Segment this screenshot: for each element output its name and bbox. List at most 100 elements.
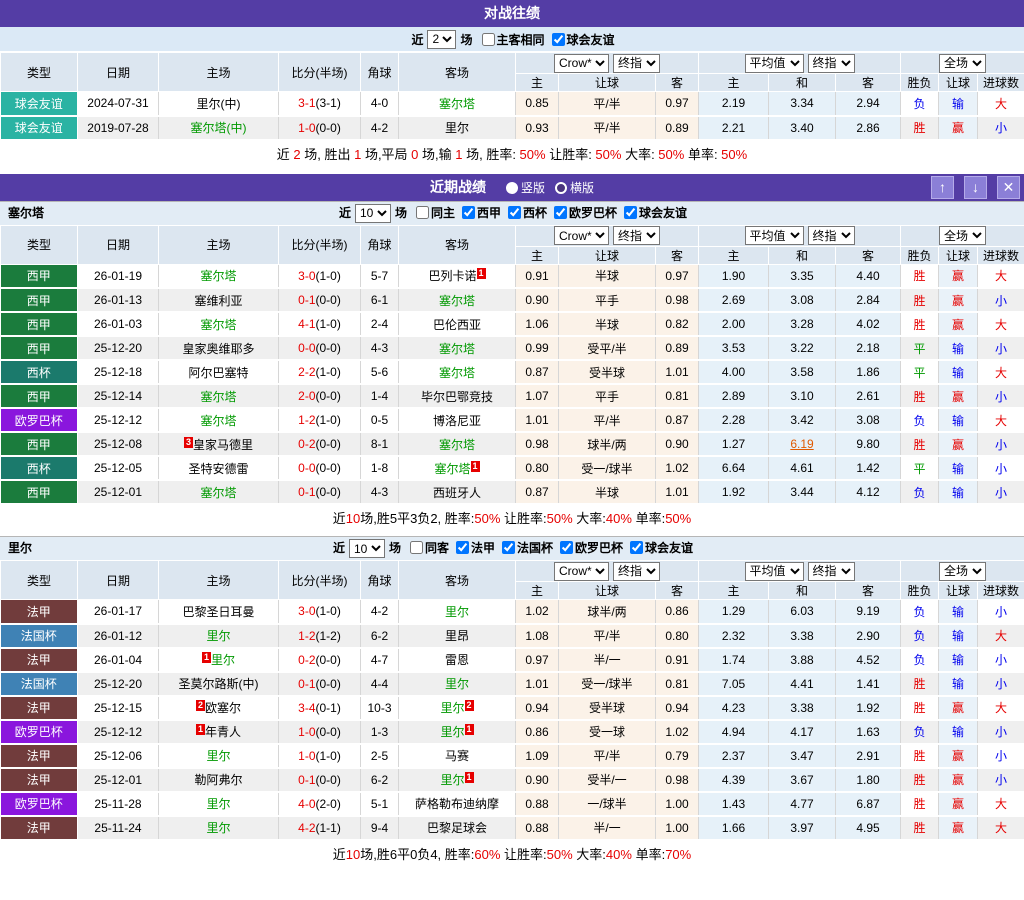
filter-checkbox-label[interactable]: 欧罗巴杯: [553, 541, 623, 555]
result-handicap: 赢: [939, 816, 978, 840]
avg-away: 4.12: [836, 480, 901, 504]
avg-source-select[interactable]: 平均值: [745, 54, 804, 73]
filter-checkbox[interactable]: [462, 206, 475, 219]
avg-home: 1.92: [699, 480, 769, 504]
filter-checkbox[interactable]: [482, 33, 495, 46]
match-count-select[interactable]: 10: [355, 204, 391, 223]
match-date: 25-12-20: [78, 672, 159, 696]
layout-radio-unselected[interactable]: [555, 182, 567, 194]
filter-checkbox[interactable]: [410, 541, 423, 554]
team-name: 欧塞尔: [205, 701, 241, 715]
summary-segment: 单率:: [632, 511, 665, 526]
match-date: 26-01-19: [78, 264, 159, 288]
home-team: 里尔(中): [159, 92, 279, 116]
team-name: 巴黎圣日耳曼: [182, 605, 254, 619]
corner-score: 6-2: [361, 768, 399, 792]
column-header: 类型: [1, 225, 78, 264]
score: 1-0(1-0): [279, 744, 361, 768]
match-type-badge: 西甲: [1, 312, 78, 336]
avg-home: 2.19: [699, 92, 769, 116]
score-halftime: (0-1): [316, 701, 341, 715]
odds-away: 0.97: [656, 92, 699, 116]
highlighted-odds-link[interactable]: 6.19: [790, 437, 813, 451]
filter-checkbox-label[interactable]: 西甲: [455, 206, 501, 220]
summary-segment: 场,输: [418, 147, 455, 162]
avg-time-select[interactable]: 终指: [808, 54, 855, 73]
scope-select[interactable]: 全场: [939, 562, 986, 581]
scope-select[interactable]: 全场: [939, 226, 986, 245]
layout-radio-selected[interactable]: [506, 182, 518, 194]
odds-home: 0.86: [516, 720, 559, 744]
avg-time-select[interactable]: 终指: [808, 562, 855, 581]
filter-checkbox[interactable]: [502, 541, 515, 554]
column-subheader: 让球: [939, 582, 978, 600]
table-row: 西杯25-12-18阿尔巴塞特2-2(1-0)5-6塞尔塔0.87受半球1.01…: [1, 360, 1024, 384]
filter-checkbox-label[interactable]: 西杯: [501, 206, 547, 220]
filter-checkbox[interactable]: [416, 206, 429, 219]
score-halftime: (0-0): [316, 293, 341, 307]
match-count-select[interactable]: 10: [349, 539, 385, 558]
result-wdl: 负: [901, 624, 939, 648]
table-row: 法甲25-11-24里尔4-2(1-1)9-4巴黎足球会0.88半/一1.001…: [1, 816, 1024, 840]
team-name: 里尔: [206, 629, 230, 643]
team-name: 塞尔塔: [200, 318, 236, 332]
score: 3-1(3-1): [279, 92, 361, 116]
filter-checkbox-label[interactable]: 球会友谊: [623, 541, 693, 555]
score-fulltime: 0-2: [298, 437, 315, 451]
match-date: 26-01-03: [78, 312, 159, 336]
filter-checkbox[interactable]: [560, 541, 573, 554]
score-fulltime: 0-0: [298, 341, 315, 355]
filter-checkbox[interactable]: [554, 206, 567, 219]
odds-source-select[interactable]: Crow*: [554, 562, 609, 581]
filter-checkbox[interactable]: [624, 206, 637, 219]
result-goals: 小: [978, 288, 1024, 312]
filter-checkbox-label[interactable]: 球会友谊: [617, 206, 687, 220]
avg-source-select[interactable]: 平均值: [745, 562, 804, 581]
column-subheader: 客: [836, 74, 901, 92]
move-up-button[interactable]: ↑: [931, 176, 954, 199]
scope-select[interactable]: 全场: [939, 54, 986, 73]
close-button[interactable]: ✕: [997, 176, 1020, 199]
avg-source-select[interactable]: 平均值: [745, 226, 804, 245]
home-team: 3皇家马德里: [159, 432, 279, 456]
table-row: 欧罗巴杯25-12-121年青人1-0(0-0)1-3里尔10.86受一球1.0…: [1, 720, 1024, 744]
home-team: 塞尔塔: [159, 264, 279, 288]
result-wdl: 负: [901, 480, 939, 504]
away-team: 里尔: [399, 600, 516, 624]
filter-checkbox[interactable]: [552, 33, 565, 46]
avg-draw: 3.34: [769, 92, 836, 116]
avg-home: 7.05: [699, 672, 769, 696]
result-goals: 大: [978, 312, 1024, 336]
match-count-select[interactable]: 2: [427, 30, 456, 49]
odds-source-select[interactable]: Crow*: [554, 54, 609, 73]
team-name: 里尔(中): [197, 97, 241, 111]
red-card-badge: 2: [465, 700, 474, 711]
odds-time-select[interactable]: 终指: [613, 54, 660, 73]
team-name: 塞尔塔: [439, 294, 475, 308]
avg-time-select[interactable]: 终指: [808, 226, 855, 245]
odds-time-select[interactable]: 终指: [613, 562, 660, 581]
filter-checkbox-label[interactable]: 球会友谊: [545, 31, 615, 48]
score: 0-1(0-0): [279, 288, 361, 312]
team-name: 里尔: [440, 725, 464, 739]
filter-checkbox[interactable]: [508, 206, 521, 219]
filter-checkbox[interactable]: [456, 541, 469, 554]
filter-checkbox-label[interactable]: 法甲: [449, 541, 495, 555]
result-handicap: 赢: [939, 312, 978, 336]
column-header: 角球: [361, 561, 399, 600]
result-goals: 小: [978, 336, 1024, 360]
filter-checkbox-label[interactable]: 主客相同: [475, 31, 545, 48]
column-subheader: 客: [836, 582, 901, 600]
move-down-button[interactable]: ↓: [964, 176, 987, 199]
filter-checkbox-label[interactable]: 同客: [403, 541, 449, 555]
filter-checkbox-label[interactable]: 欧罗巴杯: [547, 206, 617, 220]
column-subheader: 客: [656, 74, 699, 92]
filter-checkbox[interactable]: [630, 541, 643, 554]
team-name: 萨格勒布迪纳摩: [415, 797, 499, 811]
team-name: 巴黎足球会: [427, 821, 487, 835]
odds-source-select[interactable]: Crow*: [554, 226, 609, 245]
filter-checkbox-label[interactable]: 同主: [409, 206, 455, 220]
column-subheader: 和: [769, 74, 836, 92]
odds-time-select[interactable]: 终指: [613, 226, 660, 245]
filter-checkbox-label[interactable]: 法国杯: [495, 541, 553, 555]
